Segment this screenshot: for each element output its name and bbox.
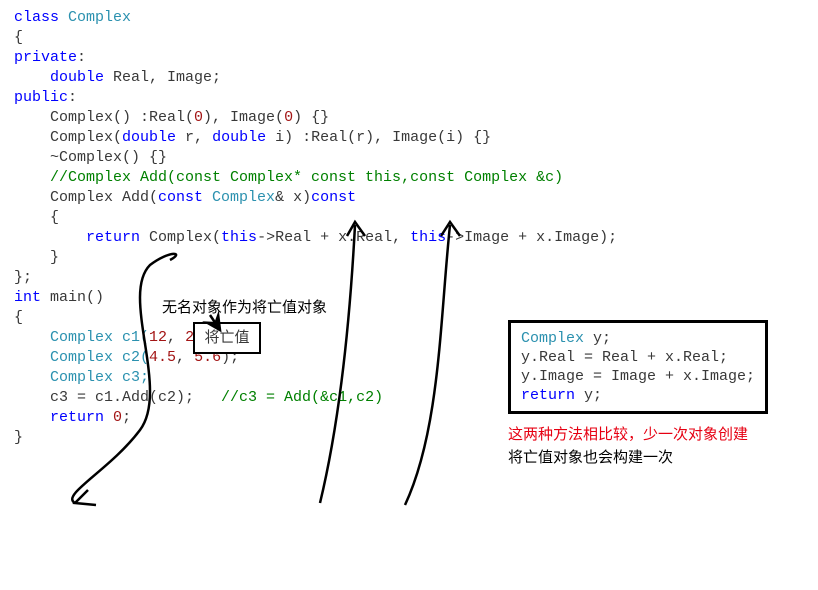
xvalue-box: 将亡值: [193, 322, 261, 354]
ctor0-mid: ), Image(: [203, 109, 284, 126]
assign-line: c3 = c1.Add(c2);: [14, 389, 221, 406]
ctor1-pre: Complex(: [14, 129, 122, 146]
keyword-return: return: [86, 229, 140, 246]
param-x: x): [293, 189, 311, 206]
ctor1-rest: i) :Real(r), Image(i) {}: [266, 129, 491, 146]
keyword-double: double: [212, 129, 266, 146]
xvalue-label: 将亡值: [204, 328, 249, 348]
type-complex: Complex: [521, 330, 584, 347]
keyword-this: this: [410, 229, 446, 246]
annotation-anonymous-object: 无名对象作为将亡值对象: [162, 298, 327, 318]
indent: [14, 229, 86, 246]
semi: ;: [122, 409, 131, 426]
keyword-const: const: [311, 189, 356, 206]
c1-pre: Complex c1(: [14, 329, 149, 346]
keyword-int: int: [14, 289, 41, 306]
rbox-l3: y.Image = Image + x.Image;: [521, 367, 755, 386]
amp: &: [275, 189, 293, 206]
colon: :: [77, 49, 86, 66]
dtor-line: ~Complex() {}: [14, 148, 804, 168]
literal-0: 0: [194, 109, 203, 126]
note-comparison-red: 这两种方法相比较，少一次对象创建: [508, 425, 748, 445]
param-r: r,: [176, 129, 212, 146]
assign-comment: //c3 = Add(&c1,c2): [221, 389, 383, 406]
alternative-code-box: Complex y; y.Real = Real + x.Real; y.Ima…: [508, 320, 768, 414]
ctor0-pre: Complex() :Real(: [14, 109, 194, 126]
colon: :: [68, 89, 77, 106]
literal-0: 0: [113, 409, 122, 426]
keyword-class: class: [14, 9, 59, 26]
note-comparison-black: 将亡值对象也会构建一次: [508, 448, 673, 468]
return-arrow1: ->Real + x.Real,: [257, 229, 410, 246]
brace-close: }: [14, 248, 804, 268]
comma: ,: [167, 329, 185, 346]
keyword-double: double: [122, 129, 176, 146]
class-close: };: [14, 268, 804, 288]
return-arrow2: ->Image + x.Image);: [446, 229, 617, 246]
keyword-double: double: [50, 69, 104, 86]
rbox-l1-rest: y;: [584, 330, 611, 347]
comma: ,: [176, 349, 194, 366]
type-complex: Complex: [59, 9, 131, 26]
keyword-this: this: [221, 229, 257, 246]
brace: {: [14, 28, 804, 48]
keyword-private: private: [14, 49, 77, 66]
return-body: Complex(: [140, 229, 221, 246]
ret0-body: [104, 409, 113, 426]
literal: 4.5: [149, 349, 176, 366]
ctor0-end: ) {}: [293, 109, 329, 126]
keyword-return: return: [50, 409, 104, 426]
type-complex: Complex: [203, 189, 275, 206]
literal: 12: [149, 329, 167, 346]
add-pre: Complex Add(: [14, 189, 158, 206]
field-decl: Real, Image;: [104, 69, 221, 86]
literal-0: 0: [284, 109, 293, 126]
keyword-const: const: [158, 189, 203, 206]
brace: {: [14, 208, 804, 228]
keyword-public: public: [14, 89, 68, 106]
rbox-l2: y.Real = Real + x.Real;: [521, 348, 755, 367]
keyword-return: return: [521, 387, 575, 404]
main-sig: main(): [41, 289, 104, 306]
c3-decl: Complex c3;: [14, 369, 149, 386]
ret0-pre: [14, 409, 50, 426]
rbox-l4-rest: y;: [575, 387, 602, 404]
c2-pre: Complex c2(: [14, 349, 149, 366]
comment-add-sig: //Complex Add(const Complex* const this,…: [14, 168, 804, 188]
